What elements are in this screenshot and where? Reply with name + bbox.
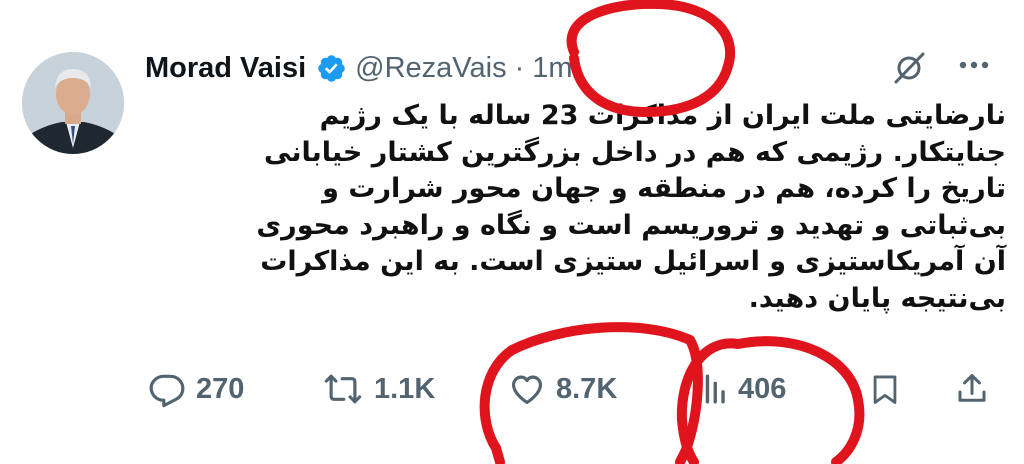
bookmark-icon — [873, 375, 897, 404]
verified-badge-icon — [318, 54, 345, 82]
repost-button[interactable]: 1.1K — [322, 370, 435, 408]
author-handle[interactable]: @RezaVais — [355, 52, 506, 85]
repost-count: 1.1K — [374, 372, 436, 405]
views-button[interactable]: 406 — [694, 370, 786, 408]
reply-icon — [149, 374, 185, 408]
views-icon — [697, 374, 725, 404]
tweet-text: نارضایتی ملت ایران از مذاکرات 23 ساله با… — [256, 100, 1006, 314]
avatar[interactable] — [22, 52, 124, 154]
more-icon[interactable] — [952, 50, 996, 80]
like-button[interactable]: 8.7K — [508, 370, 617, 408]
like-count: 8.7K — [556, 372, 618, 405]
bookmark-button[interactable] — [868, 370, 902, 408]
author-name[interactable]: Morad Vaisi — [145, 52, 306, 85]
share-icon — [958, 374, 986, 402]
view-count: 406 — [738, 372, 787, 405]
annotation-circle-time — [566, 0, 736, 117]
repost-icon — [324, 374, 362, 404]
header-separator: · — [514, 51, 525, 84]
tweet-header: Morad Vaisi @RezaVais · 1m — [145, 46, 573, 90]
tweet-action-bar: 270 1.1K 8.7K 406 — [0, 362, 1024, 422]
grok-icon[interactable] — [890, 49, 928, 87]
reply-count: 270 — [196, 372, 245, 405]
reply-button[interactable]: 270 — [148, 370, 244, 408]
avatar-image — [22, 52, 124, 154]
timestamp[interactable]: 1m — [532, 52, 572, 85]
heart-icon — [511, 375, 543, 405]
share-button[interactable] — [954, 370, 990, 408]
